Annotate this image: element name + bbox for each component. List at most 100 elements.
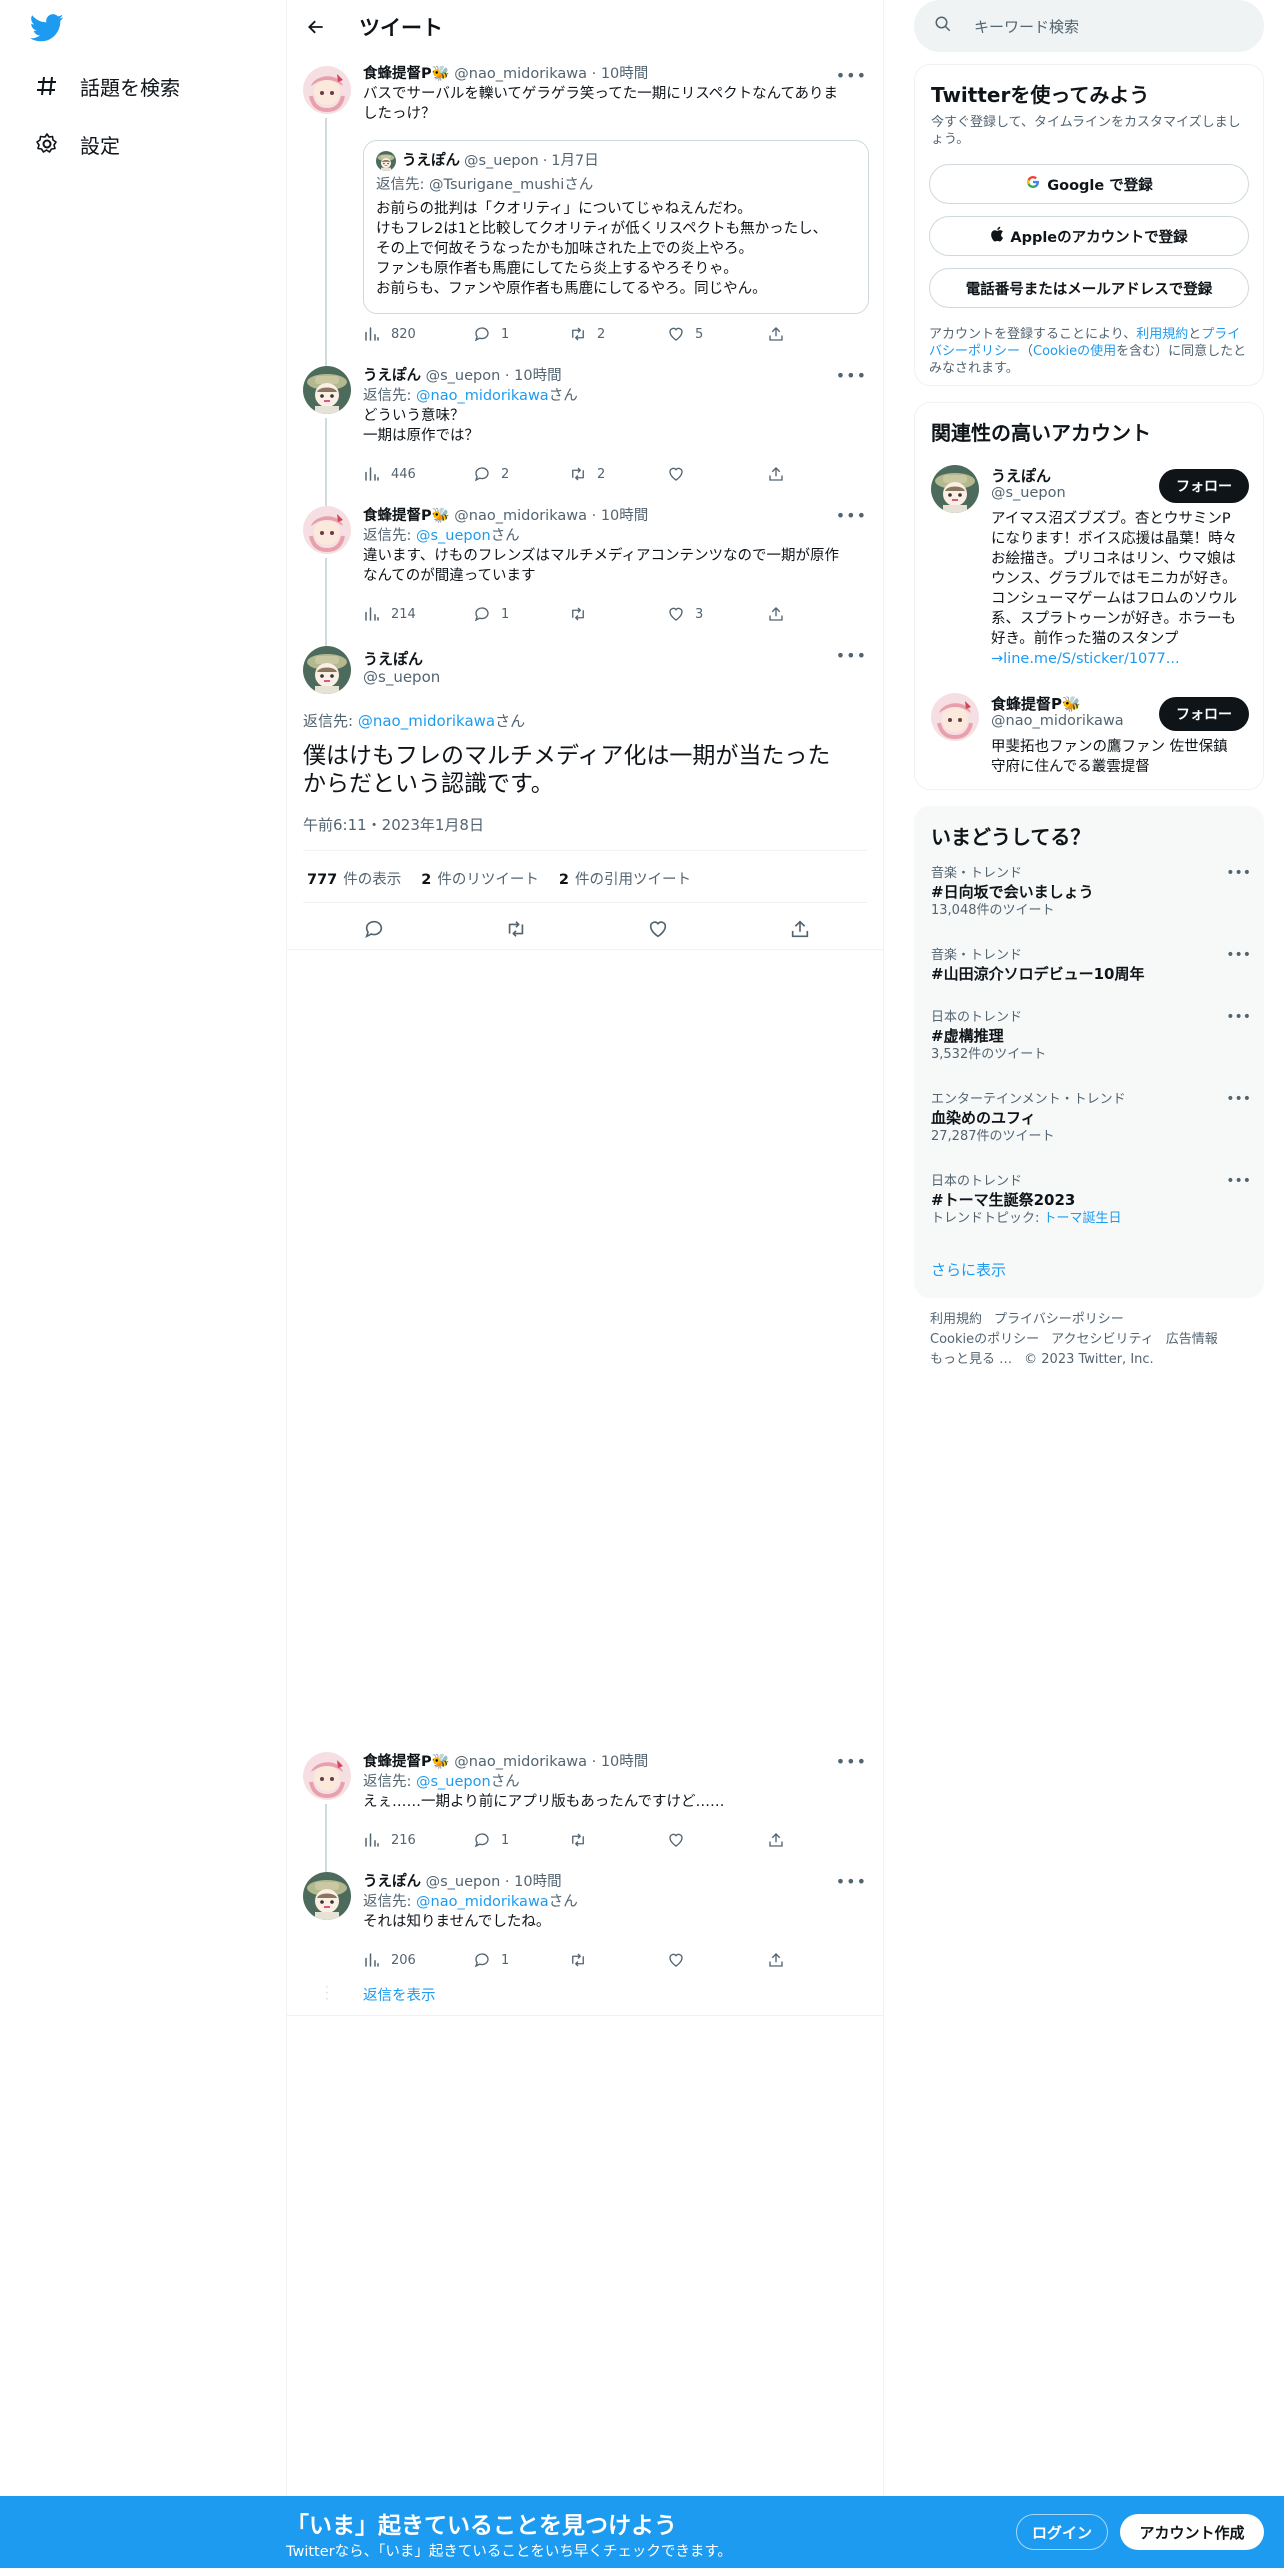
- author-handle[interactable]: @nao_midorikawa: [454, 508, 587, 524]
- tweet-time[interactable]: 10時間: [514, 1874, 561, 1890]
- more-options-icon[interactable]: •••: [836, 366, 867, 385]
- views-button[interactable]: 446: [363, 465, 416, 483]
- tweet-time[interactable]: 10時間: [514, 368, 561, 384]
- author-name[interactable]: 食蜂提督P🐝: [363, 1754, 450, 1770]
- trend-item[interactable]: 日本のトレンド #トーマ生誕祭2023 トレンドトピック: トーマ誕生日 •••: [931, 1173, 1251, 1227]
- footer-link[interactable]: 利用規約: [930, 1312, 982, 1327]
- nav-item-settings[interactable]: 設定: [34, 124, 120, 164]
- avatar[interactable]: [303, 506, 351, 554]
- avatar[interactable]: [931, 465, 979, 513]
- author-name[interactable]: 食蜂提督P🐝: [363, 66, 450, 82]
- tweet[interactable]: うえぽん @s_uepon · 10時間 返信先: @nao_midorikaw…: [287, 1860, 883, 2016]
- mention-link[interactable]: @s_uepon: [416, 1774, 491, 1790]
- views-button[interactable]: 206: [363, 1951, 416, 1969]
- tweet-time[interactable]: 10時間: [601, 66, 648, 82]
- avatar[interactable]: [303, 1872, 351, 1920]
- tweet-time[interactable]: 10時間: [601, 1754, 648, 1770]
- tweet[interactable]: 食蜂提督P🐝 @nao_midorikawa · 10時間 返信先: @s_ue…: [287, 1740, 883, 1860]
- trend-item[interactable]: 音楽・トレンド #山田涼介ソロデビュー10周年 •••: [931, 947, 1251, 984]
- tweet[interactable]: 食蜂提督P🐝 @nao_midorikawa · 10時間 返信先: @s_ue…: [287, 494, 883, 634]
- like-button[interactable]: 3: [667, 605, 703, 623]
- avatar[interactable]: [303, 66, 351, 114]
- author-handle[interactable]: @nao_midorikawa: [454, 1754, 587, 1770]
- more-options-icon[interactable]: •••: [1226, 1173, 1251, 1189]
- author-name[interactable]: うえぽん: [363, 368, 421, 384]
- account-name[interactable]: うえぽん: [991, 465, 1051, 486]
- footer-link[interactable]: 広告情報: [1166, 1332, 1218, 1347]
- reply-button[interactable]: 1: [473, 605, 509, 623]
- nav-item-explore[interactable]: 話題を検索: [34, 66, 180, 106]
- avatar[interactable]: [303, 366, 351, 414]
- like-button[interactable]: 5: [667, 325, 703, 343]
- share-button[interactable]: [767, 605, 795, 623]
- cookie-link[interactable]: Cookieの使用: [1033, 344, 1116, 359]
- quote-tweets-count[interactable]: 2 件の引用ツイート: [559, 868, 691, 889]
- reply-button[interactable]: 1: [473, 1951, 509, 1969]
- signup-button[interactable]: アカウント作成: [1120, 2514, 1264, 2550]
- terms-link[interactable]: 利用規約: [1136, 327, 1188, 342]
- mention-link[interactable]: @nao_midorikawa: [416, 1894, 549, 1910]
- author-name[interactable]: 食蜂提督P🐝: [363, 508, 450, 524]
- more-options-icon[interactable]: •••: [836, 66, 867, 85]
- retweet-button[interactable]: 2: [569, 325, 605, 343]
- retweet-button[interactable]: [569, 1831, 597, 1849]
- author-name[interactable]: うえぽん: [363, 648, 423, 669]
- share-button[interactable]: [767, 1951, 795, 1969]
- more-options-icon[interactable]: •••: [1226, 1091, 1251, 1107]
- share-button[interactable]: [767, 325, 795, 343]
- twitter-bird-icon[interactable]: [30, 14, 66, 44]
- views-button[interactable]: 214: [363, 605, 416, 623]
- tweet-timestamp[interactable]: 午前6:11・2023年1月8日: [303, 814, 484, 835]
- more-options-icon[interactable]: •••: [836, 1752, 867, 1771]
- login-button[interactable]: ログイン: [1016, 2514, 1108, 2550]
- views-button[interactable]: 820: [363, 325, 416, 343]
- quoted-tweet[interactable]: うえぽん @s_uepon · 1月7日 返信先: @Tsurigane_mus…: [363, 140, 869, 314]
- avatar[interactable]: [931, 693, 979, 741]
- footer-link[interactable]: Cookieのポリシー: [930, 1332, 1039, 1347]
- views-button[interactable]: 216: [363, 1831, 416, 1849]
- share-button[interactable]: [767, 465, 795, 483]
- search-input[interactable]: キーワード検索: [914, 0, 1264, 52]
- author-handle[interactable]: @nao_midorikawa: [454, 66, 587, 82]
- reply-button[interactable]: 2: [473, 465, 509, 483]
- like-button[interactable]: [667, 1831, 695, 1849]
- reply-icon[interactable]: [363, 918, 395, 940]
- author-handle[interactable]: @s_uepon: [426, 1874, 501, 1890]
- bio-link[interactable]: →line.me/S/sticker/1077...: [991, 651, 1180, 667]
- like-button[interactable]: [667, 1951, 695, 1969]
- google-signup-button[interactable]: Google で登録: [929, 164, 1249, 204]
- retweet-icon[interactable]: [505, 918, 537, 940]
- account-suggestion[interactable]: うえぽん @s_uepon フォロー アイマス沼ズブズブ。杏とウサミンP になり…: [915, 463, 1263, 683]
- more-options-icon[interactable]: •••: [836, 646, 867, 665]
- author-handle[interactable]: @s_uepon: [426, 368, 501, 384]
- share-button[interactable]: [767, 1831, 795, 1849]
- follow-button[interactable]: フォロー: [1159, 469, 1249, 503]
- tweet[interactable]: 食蜂提督P🐝 @nao_midorikawa · 10時間 バスでサーバルを轢い…: [287, 54, 883, 354]
- reply-button[interactable]: 1: [473, 1831, 509, 1849]
- like-icon[interactable]: [647, 918, 679, 940]
- more-options-icon[interactable]: •••: [836, 506, 867, 525]
- avatar[interactable]: [303, 1752, 351, 1800]
- account-handle[interactable]: @s_uepon: [991, 485, 1066, 501]
- retweets-count[interactable]: 2 件のリツイート: [421, 868, 539, 889]
- back-arrow-icon[interactable]: [303, 14, 329, 40]
- mention-link[interactable]: @nao_midorikawa: [416, 388, 549, 404]
- apple-signup-button[interactable]: Appleのアカウントで登録: [929, 216, 1249, 256]
- show-more-link[interactable]: さらに表示: [931, 1259, 1006, 1280]
- tweet-time[interactable]: 10時間: [601, 508, 648, 524]
- retweet-button[interactable]: 2: [569, 465, 605, 483]
- tweet[interactable]: うえぽん @s_uepon · 10時間 返信先: @nao_midorikaw…: [287, 354, 883, 494]
- avatar[interactable]: [303, 646, 351, 694]
- account-handle[interactable]: @nao_midorikawa: [991, 713, 1124, 729]
- more-options-icon[interactable]: •••: [1226, 865, 1251, 881]
- trend-topic-link[interactable]: トーマ誕生日: [1044, 1211, 1122, 1226]
- trend-item[interactable]: 音楽・トレンド #日向坂で会いましょう 13,048件のツイート •••: [931, 865, 1251, 919]
- share-icon[interactable]: [789, 918, 821, 940]
- author-handle[interactable]: @s_uepon: [363, 668, 440, 686]
- footer-more-link[interactable]: もっと見る …: [930, 1352, 1012, 1367]
- retweet-button[interactable]: [569, 1951, 597, 1969]
- account-suggestion[interactable]: 食蜂提督P🐝 @nao_midorikawa フォロー 甲斐拓也ファンの鷹ファン…: [915, 691, 1263, 781]
- reply-button[interactable]: 1: [473, 325, 509, 343]
- footer-link[interactable]: アクセシビリティ: [1051, 1332, 1154, 1347]
- trend-item[interactable]: エンターテインメント・トレンド 血染めのユフィ 27,287件のツイート •••: [931, 1091, 1251, 1145]
